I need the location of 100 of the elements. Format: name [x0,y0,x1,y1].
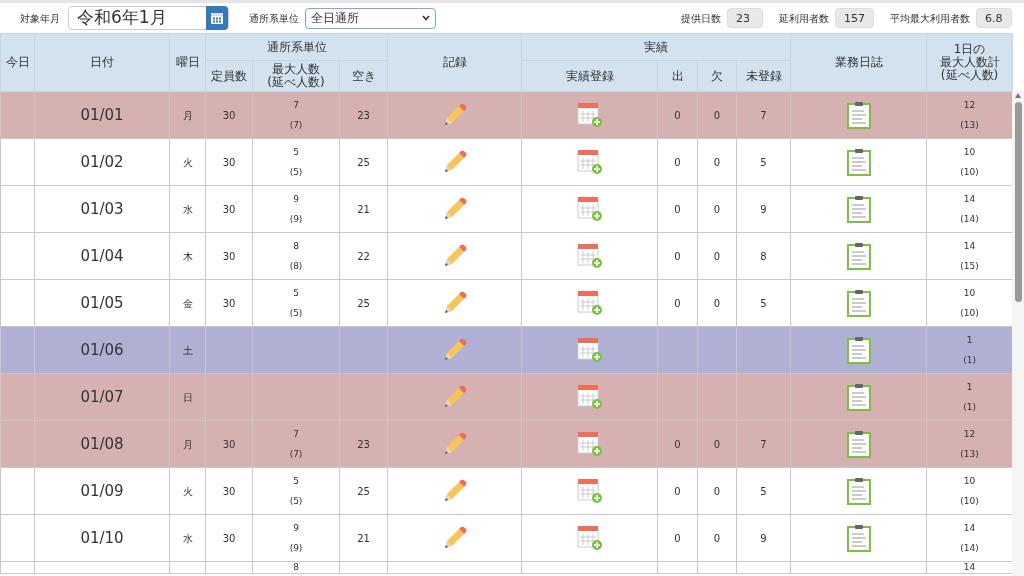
table-cell: 0 [674,297,681,309]
table-cell: 0 [713,297,721,309]
clipboard-icon[interactable] [846,524,871,552]
date-text: 01/05 [80,293,124,312]
calendar-add-icon[interactable] [576,337,603,363]
date-text: 01/06 [80,340,124,359]
table-cell-text: (15) [959,260,980,273]
clipboard-icon[interactable] [846,477,871,505]
clipboard-icon[interactable] [846,383,871,411]
table-cell-text: (13) [959,448,980,461]
table-cell-text: (10) [959,166,980,179]
date-text: 01/08 [80,434,124,453]
table-cell-text: (10) [959,495,980,508]
table-cell-text: 14 [962,240,977,253]
calendar-add-icon[interactable] [576,431,603,457]
scrollbar[interactable] [1012,91,1024,576]
table-cell: 30 [222,156,236,168]
table-cell: 0 [713,532,721,544]
table-cell: 0 [674,109,681,121]
table-cell-text: (7) [288,119,304,132]
clipboard-icon[interactable] [846,148,871,176]
calendar-button[interactable] [206,6,228,30]
table-cell: 22 [357,250,370,262]
table-cell: 7 [760,438,767,450]
table-cell: 土 [182,344,193,356]
table-cell-text: 5 [292,146,300,159]
date-text: 01/04 [80,246,124,265]
table-cell-text: 8 [292,240,300,253]
table-cell: 0 [674,203,681,215]
table-cell: 5 [760,485,767,497]
scrollbar-thumb[interactable] [1014,102,1022,302]
chevron-down-icon [422,15,430,21]
table-cell: 5 [760,156,767,168]
column-header: 業務日誌 [790,33,927,92]
table-cell: 30 [222,438,236,450]
table-cell: 30 [222,297,236,309]
clipboard-icon[interactable] [846,195,871,223]
table-cell-text: 10 [962,146,977,159]
table-cell: 21 [357,203,370,215]
table-cell: 0 [674,250,681,262]
calendar-add-icon[interactable] [576,290,603,316]
table-cell: 水 [182,532,193,544]
calendar-add-icon[interactable] [576,102,603,128]
calendar-add-icon[interactable] [576,196,603,222]
calendar-add-icon[interactable] [576,243,603,269]
table-cell: 0 [674,485,681,497]
month-field[interactable]: 令和6年1月 [68,6,229,30]
table-cell: 30 [222,532,236,544]
table-cell: 水 [182,203,193,215]
table-cell-text: 10 [962,287,977,300]
table-cell: 0 [713,203,721,215]
table-cell: 5 [760,297,767,309]
column-header: 実績登録 [521,60,658,92]
calendar-add-icon[interactable] [576,384,603,410]
stat-label: 提供日数 [681,11,721,26]
clipboard-icon[interactable] [846,430,871,458]
table-cell-text: 7 [292,99,300,112]
table-cell-text: (8) [288,260,304,273]
column-header: 日付 [34,33,170,92]
table-cell-text: 8 [292,562,300,573]
field-label: 通所系単位 [249,11,299,26]
column-header: (延べ人数) [939,69,1000,82]
column-header: 実績 [521,33,791,61]
table-cell: 0 [674,532,681,544]
table-cell-text: (9) [288,213,304,226]
table-cell: 25 [357,297,370,309]
table-cell: 9 [760,532,767,544]
table-cell-text: (7) [288,448,304,461]
column-header: 空き [339,60,388,92]
clipboard-icon[interactable] [846,289,871,317]
clipboard-icon[interactable] [846,242,871,270]
table-cell: 火 [182,485,193,497]
table-cell-text: 5 [292,475,300,488]
column-header: 通所系単位 [205,33,388,61]
clipboard-icon[interactable] [846,101,871,129]
table-cell: 日 [182,391,193,403]
calendar-add-icon[interactable] [576,149,603,175]
table-cell-text: 9 [292,522,300,535]
column-header: 今日 [0,33,35,92]
stat-value: 23 [727,8,763,28]
date-text: 01/01 [80,105,124,124]
table-cell: 30 [222,250,236,262]
unit-select[interactable]: 全日通所 [305,7,436,29]
table-cell: 0 [674,156,681,168]
scroll-up-icon[interactable] [1015,93,1021,98]
table-cell-text: 1 [965,334,974,347]
calendar-add-icon[interactable] [576,478,603,504]
table-cell: 9 [760,203,767,215]
calendar-add-icon[interactable] [576,525,603,551]
table-cell: 0 [713,250,721,262]
table-cell: 23 [357,438,370,450]
table-cell: 0 [713,485,721,497]
stat-label: 延利用者数 [779,11,829,26]
table-cell: 30 [222,203,236,215]
table-cell-text: (5) [288,166,304,179]
clipboard-icon[interactable] [846,336,871,364]
table-cell-text: (9) [288,542,304,555]
table-cell: 月 [182,438,193,450]
table-cell-text: 1 [965,381,974,394]
table-cell: 0 [713,109,721,121]
